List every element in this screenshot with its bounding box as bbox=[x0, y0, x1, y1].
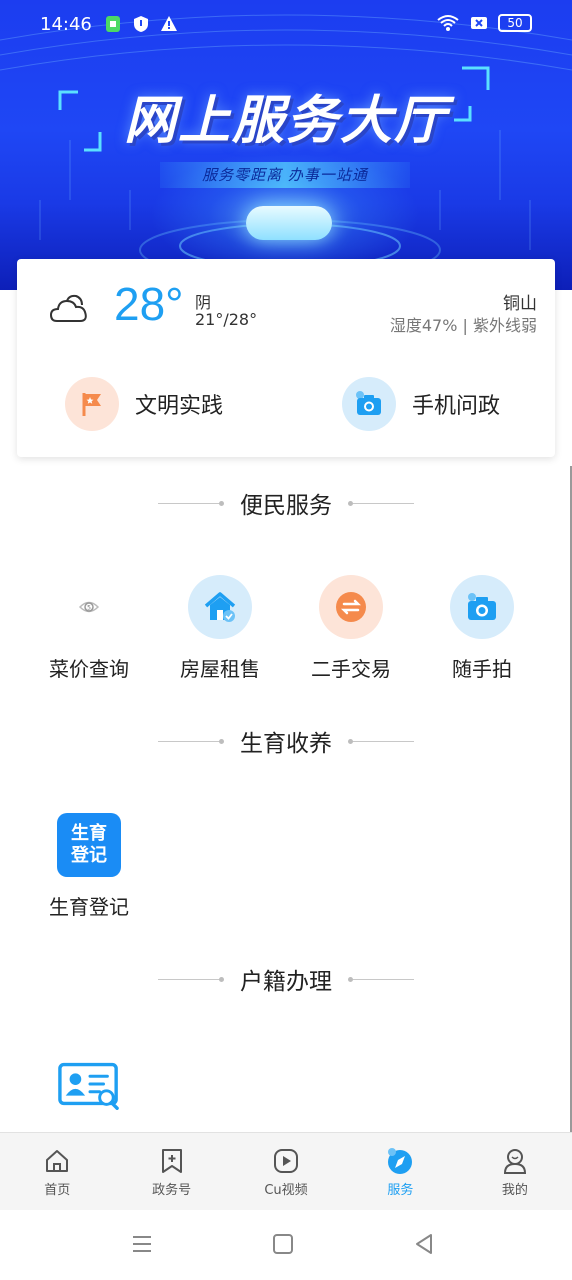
flag-icon bbox=[65, 377, 119, 431]
camera-icon bbox=[342, 377, 396, 431]
battery-indicator: 50 bbox=[498, 14, 532, 32]
service-item-label: 菜价查询 bbox=[49, 657, 129, 681]
house-icon bbox=[188, 575, 252, 639]
banner-subtitle: 服务零距离 办事一站通 bbox=[160, 162, 410, 188]
menu-icon[interactable] bbox=[130, 1232, 154, 1256]
section-title-text: 便民服务 bbox=[240, 493, 332, 519]
banner-cloud-graphic bbox=[246, 206, 332, 240]
tab-mine[interactable]: 我的 bbox=[458, 1133, 572, 1210]
section-title-text: 生育收养 bbox=[240, 731, 332, 757]
bookmark-plus-icon bbox=[161, 1149, 182, 1173]
section-title-household: 户籍办理 bbox=[0, 959, 572, 999]
warning-icon bbox=[161, 16, 177, 31]
status-time: 14:46 bbox=[40, 14, 92, 35]
quick-link-label: 手机问政 bbox=[412, 394, 501, 419]
weather-city: 铜山 bbox=[503, 294, 537, 314]
section-title-convenience: 便民服务 bbox=[0, 483, 572, 523]
service-item-second-hand[interactable]: 二手交易 bbox=[286, 575, 416, 682]
app-notification-icon bbox=[106, 16, 120, 32]
price-icon: 5 bbox=[57, 575, 121, 639]
exchange-icon bbox=[319, 575, 383, 639]
service-item-price-query[interactable]: 5 菜价查询 bbox=[24, 575, 154, 682]
weather-range: 21°/28° bbox=[195, 310, 258, 329]
bottom-tab-bar: 首页 政务号 Cu视频 服务 我的 bbox=[0, 1132, 572, 1210]
section-title-birth: 生育收养 bbox=[0, 721, 572, 761]
tab-home[interactable]: 首页 bbox=[0, 1133, 114, 1210]
weather-temperature: 28° bbox=[114, 278, 184, 330]
tab-cu-video[interactable]: Cu视频 bbox=[229, 1133, 343, 1210]
tile-text-line2: 登记 bbox=[71, 845, 107, 866]
service-item-label: 房屋租售 bbox=[180, 657, 260, 681]
service-item-household[interactable] bbox=[24, 1052, 154, 1116]
tab-label: 首页 bbox=[44, 1183, 71, 1198]
banner: 网上服务大厅 服务零距离 办事一站通 14:46 50 bbox=[0, 0, 572, 290]
service-item-birth-registration[interactable]: 生育 登记 生育登记 bbox=[24, 813, 154, 920]
tab-services[interactable]: 服务 bbox=[343, 1133, 457, 1210]
tile-text-line1: 生育 bbox=[71, 823, 107, 844]
status-bar: 14:46 50 bbox=[0, 0, 572, 52]
quick-link-mobile-inquiry[interactable]: 手机问政 bbox=[342, 377, 500, 431]
section-title-text: 户籍办理 bbox=[240, 969, 332, 995]
user-icon bbox=[503, 1149, 526, 1174]
service-item-house-rental[interactable]: 房屋租售 bbox=[155, 575, 285, 682]
service-item-snapshot[interactable]: 随手拍 bbox=[417, 575, 547, 682]
banner-title: 网上服务大厅 bbox=[123, 91, 448, 151]
sim-off-icon bbox=[471, 17, 487, 29]
cloud-icon bbox=[49, 294, 87, 322]
camera-icon bbox=[450, 575, 514, 639]
home-button-icon[interactable] bbox=[271, 1232, 295, 1256]
play-icon bbox=[274, 1149, 299, 1173]
home-icon bbox=[46, 1150, 69, 1172]
tab-gov-accounts[interactable]: 政务号 bbox=[114, 1133, 228, 1210]
quick-link-label: 文明实践 bbox=[135, 394, 224, 419]
back-icon[interactable] bbox=[412, 1232, 436, 1256]
id-card-search-icon bbox=[57, 1052, 121, 1116]
service-item-label: 随手拍 bbox=[452, 657, 512, 681]
shield-icon bbox=[134, 16, 148, 32]
quick-link-civilization-practice[interactable]: 文明实践 bbox=[65, 377, 223, 431]
tab-label: 服务 bbox=[387, 1183, 414, 1198]
weather-humidity-uv: 湿度47% | 紫外线弱 bbox=[389, 316, 537, 335]
system-nav-bar bbox=[0, 1210, 572, 1280]
wifi-icon bbox=[437, 15, 459, 31]
tab-label: 政务号 bbox=[152, 1183, 192, 1198]
weather-card: 28° 阴 21°/28° 铜山 湿度47% | 紫外线弱 文明实践 手机问政 bbox=[17, 259, 555, 457]
tab-label: 我的 bbox=[501, 1183, 528, 1198]
svg-text:5: 5 bbox=[87, 605, 91, 612]
service-item-label: 二手交易 bbox=[311, 657, 391, 681]
service-item-label: 生育登记 bbox=[49, 895, 129, 919]
compass-icon bbox=[388, 1148, 413, 1174]
tab-label: Cu视频 bbox=[264, 1183, 308, 1198]
birth-register-icon: 生育 登记 bbox=[57, 813, 121, 877]
